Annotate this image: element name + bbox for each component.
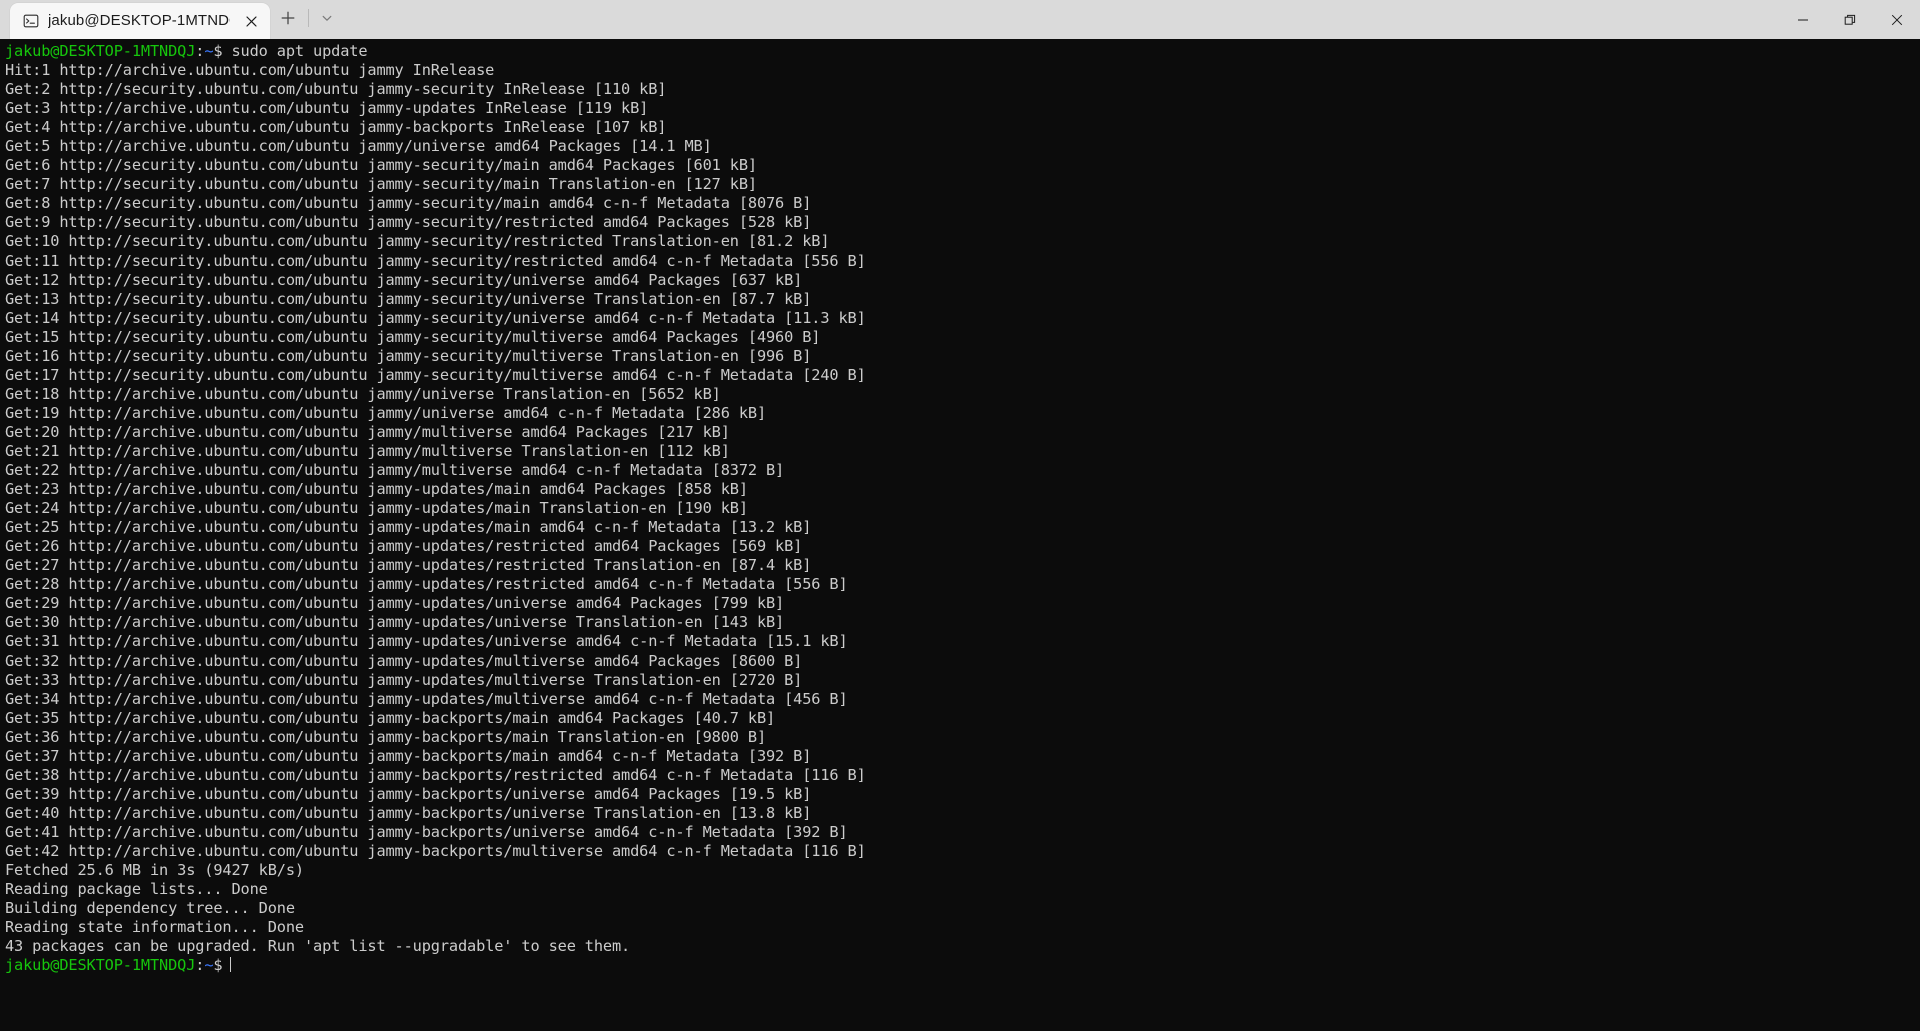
terminal-viewport[interactable]: jakub@DESKTOP-1MTNDQJ:~$ sudo apt update… <box>0 39 1920 1031</box>
terminal-output-line: Get:9 http://security.ubuntu.com/ubuntu … <box>5 213 812 232</box>
terminal-output-line: Get:18 http://archive.ubuntu.com/ubuntu … <box>5 384 721 403</box>
maximize-restore-button[interactable] <box>1826 0 1873 39</box>
terminal-output-line: Building dependency tree... Done <box>5 899 295 918</box>
terminal-output-line: Get:34 http://archive.ubuntu.com/ubuntu … <box>5 689 848 708</box>
terminal-output-line: Get:3 http://archive.ubuntu.com/ubuntu j… <box>5 99 649 118</box>
terminal-output-line: Get:37 http://archive.ubuntu.com/ubuntu … <box>5 746 812 765</box>
tab-bar-divider <box>308 9 309 27</box>
terminal-prompt-line[interactable]: jakub@DESKTOP-1MTNDQJ:~$ <box>5 956 1920 975</box>
title-bar[interactable]: jakub@DESKTOP-1MTNDQJ: - <box>0 0 1920 39</box>
terminal-output-line: Get:17 http://security.ubuntu.com/ubuntu… <box>5 365 866 384</box>
cmd-prompt-icon <box>22 12 40 30</box>
terminal-command-text: sudo apt update <box>231 42 368 60</box>
prompt-user-host: jakub@DESKTOP-1MTNDQJ <box>5 42 196 60</box>
terminal-output-line: Get:28 http://archive.ubuntu.com/ubuntu … <box>5 575 848 594</box>
title-bar-drag-region[interactable] <box>343 0 1779 39</box>
terminal-output-line: Get:15 http://security.ubuntu.com/ubuntu… <box>5 327 821 346</box>
terminal-output-line: Get:12 http://security.ubuntu.com/ubuntu… <box>5 270 803 289</box>
new-tab-button[interactable] <box>270 2 306 34</box>
tab-bar-actions <box>270 0 343 39</box>
terminal-output-line: Get:7 http://security.ubuntu.com/ubuntu … <box>5 175 757 194</box>
minimize-button[interactable] <box>1779 0 1826 39</box>
terminal-output-line: Get:39 http://archive.ubuntu.com/ubuntu … <box>5 784 812 803</box>
terminal-output-line: Get:30 http://archive.ubuntu.com/ubuntu … <box>5 613 785 632</box>
terminal-window: jakub@DESKTOP-1MTNDQJ: - <box>0 0 1920 1031</box>
terminal-output-line: Get:24 http://archive.ubuntu.com/ubuntu … <box>5 499 748 518</box>
terminal-output-line: Get:31 http://archive.ubuntu.com/ubuntu … <box>5 632 848 651</box>
prompt-colon: : <box>195 956 205 975</box>
terminal-output-line: Fetched 25.6 MB in 3s (9427 kB/s) <box>5 861 304 880</box>
terminal-output: Hit:1 http://archive.ubuntu.com/ubuntu j… <box>5 61 1920 956</box>
terminal-output-line: Get:42 http://archive.ubuntu.com/ubuntu … <box>5 841 866 860</box>
terminal-output-line: Get:38 http://archive.ubuntu.com/ubuntu … <box>5 765 866 784</box>
window-controls <box>1779 0 1920 39</box>
prompt-colon: : <box>195 42 205 60</box>
terminal-output-line: Get:40 http://archive.ubuntu.com/ubuntu … <box>5 803 812 822</box>
chevron-down-icon[interactable] <box>311 2 343 34</box>
terminal-command-line: jakub@DESKTOP-1MTNDQJ:~$ sudo apt update <box>5 42 1920 61</box>
terminal-output-line: Reading package lists... Done <box>5 880 268 899</box>
terminal-output-line: Get:8 http://security.ubuntu.com/ubuntu … <box>5 194 812 213</box>
terminal-output-line: Get:25 http://archive.ubuntu.com/ubuntu … <box>5 518 812 537</box>
terminal-output-line: Get:19 http://archive.ubuntu.com/ubuntu … <box>5 403 766 422</box>
terminal-output-line: Get:4 http://archive.ubuntu.com/ubuntu j… <box>5 118 667 137</box>
terminal-output-line: Get:11 http://security.ubuntu.com/ubuntu… <box>5 251 866 270</box>
terminal-output-line: Get:23 http://archive.ubuntu.com/ubuntu … <box>5 480 748 499</box>
terminal-output-line: Get:35 http://archive.ubuntu.com/ubuntu … <box>5 708 776 727</box>
terminal-output-line: Get:36 http://archive.ubuntu.com/ubuntu … <box>5 727 766 746</box>
text-cursor <box>229 957 232 973</box>
tab-title: jakub@DESKTOP-1MTNDQJ: - <box>48 12 230 29</box>
terminal-output-line: Get:26 http://archive.ubuntu.com/ubuntu … <box>5 537 803 556</box>
terminal-output-line: Get:27 http://archive.ubuntu.com/ubuntu … <box>5 556 812 575</box>
terminal-output-line: Get:6 http://security.ubuntu.com/ubuntu … <box>5 156 757 175</box>
terminal-output-line: Get:10 http://security.ubuntu.com/ubuntu… <box>5 232 830 251</box>
terminal-output-line: Get:21 http://archive.ubuntu.com/ubuntu … <box>5 441 730 460</box>
prompt-sigil: $ <box>213 956 223 975</box>
terminal-output-line: Get:5 http://archive.ubuntu.com/ubuntu j… <box>5 137 712 156</box>
terminal-output-line: 43 packages can be upgraded. Run 'apt li… <box>5 937 631 956</box>
close-button[interactable] <box>1873 0 1920 39</box>
tab-strip: jakub@DESKTOP-1MTNDQJ: - <box>0 0 270 39</box>
terminal-output-line: Hit:1 http://archive.ubuntu.com/ubuntu j… <box>5 61 495 80</box>
terminal-output-line: Get:29 http://archive.ubuntu.com/ubuntu … <box>5 594 785 613</box>
terminal-output-line: Get:20 http://archive.ubuntu.com/ubuntu … <box>5 422 730 441</box>
terminal-output-line: Get:16 http://security.ubuntu.com/ubuntu… <box>5 346 812 365</box>
terminal-output-line: Get:14 http://security.ubuntu.com/ubuntu… <box>5 308 866 327</box>
terminal-output-line: Get:22 http://archive.ubuntu.com/ubuntu … <box>5 461 785 480</box>
tab-close-icon[interactable] <box>238 8 264 34</box>
terminal-output-line: Get:32 http://archive.ubuntu.com/ubuntu … <box>5 651 803 670</box>
terminal-output-line: Get:33 http://archive.ubuntu.com/ubuntu … <box>5 670 803 689</box>
terminal-output-line: Get:13 http://security.ubuntu.com/ubuntu… <box>5 289 812 308</box>
terminal-output-line: Get:2 http://security.ubuntu.com/ubuntu … <box>5 80 667 99</box>
prompt-user-host: jakub@DESKTOP-1MTNDQJ <box>5 956 196 975</box>
terminal-output-line: Reading state information... Done <box>5 918 304 937</box>
terminal-output-line: Get:41 http://archive.ubuntu.com/ubuntu … <box>5 822 848 841</box>
tab-terminal-session[interactable]: jakub@DESKTOP-1MTNDQJ: - <box>10 3 270 39</box>
